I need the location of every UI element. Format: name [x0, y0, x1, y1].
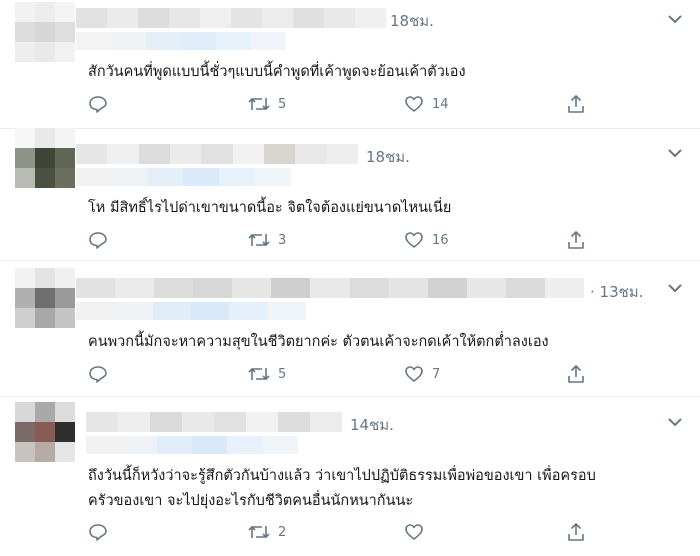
share-button[interactable]	[566, 230, 586, 250]
tweet-actions: 5 14	[88, 94, 608, 118]
retweet-icon	[248, 367, 270, 381]
like-count: 16	[432, 232, 449, 248]
reply-icon	[89, 524, 107, 541]
display-name-redacted[interactable]	[76, 278, 585, 298]
like-icon	[405, 232, 423, 248]
chevron-down-icon[interactable]	[666, 12, 684, 26]
retweet-button[interactable]: 2	[248, 522, 286, 542]
retweet-count: 5	[278, 366, 287, 382]
timestamp[interactable]: 14ชม.	[350, 413, 394, 437]
reply-button[interactable]	[88, 230, 108, 250]
retweet-count: 2	[278, 524, 287, 540]
tweet-text: โห มีสิทธิ์ไรไปด่าเขาขนาดนี้อะ จิตใจต้อง…	[88, 200, 452, 216]
timestamp[interactable]: 18ชม.	[366, 145, 410, 169]
tweet-actions: 3 16	[88, 230, 608, 254]
retweet-button[interactable]: 5	[248, 364, 286, 384]
tweet-actions: 5 7	[88, 364, 608, 388]
reply-icon	[89, 96, 107, 113]
share-button[interactable]	[566, 94, 586, 114]
like-button[interactable]: 16	[404, 230, 449, 250]
reply-icon	[89, 232, 107, 249]
avatar[interactable]	[15, 2, 75, 62]
retweet-count: 5	[278, 96, 287, 112]
reply-to-redacted	[76, 32, 286, 50]
tweet-actions: 2	[88, 522, 608, 546]
share-icon	[568, 365, 584, 383]
reply-to-redacted	[86, 436, 298, 454]
reply-button[interactable]	[88, 94, 108, 114]
avatar[interactable]	[15, 128, 75, 188]
like-icon	[405, 366, 423, 382]
display-name-redacted[interactable]	[86, 412, 342, 432]
like-icon	[405, 96, 423, 112]
chevron-down-icon[interactable]	[666, 281, 684, 295]
share-icon	[568, 523, 584, 541]
timestamp[interactable]: · 13ชม.	[590, 280, 643, 304]
tweet-text: คนพวกนี้มักจะหาความสุขในชีวิตยากค่ะ ตัวต…	[88, 334, 549, 350]
tweet[interactable]: 14ชม. ถึงวันนี้ก็หวังว่าจะรู้สึกตัวกันบ้…	[0, 396, 700, 556]
like-count: 7	[432, 366, 441, 382]
reply-icon	[89, 366, 107, 383]
like-button[interactable]: 14	[404, 94, 449, 114]
share-button[interactable]	[566, 364, 586, 384]
reply-button[interactable]	[88, 522, 108, 542]
chevron-down-icon[interactable]	[666, 146, 684, 160]
share-icon	[568, 95, 584, 113]
retweet-button[interactable]: 5	[248, 94, 286, 114]
share-icon	[568, 231, 584, 249]
tweet-text: ถึงวันนี้ก็หวังว่าจะรู้สึกตัวกันบ้างแล้ว…	[88, 468, 596, 509]
tweet[interactable]: 18ชม. สักวันคนที่พูดแบบนี้ชั่วๆแบบนี้คำพ…	[0, 0, 700, 129]
avatar[interactable]	[15, 402, 75, 462]
share-button[interactable]	[566, 522, 586, 542]
like-count: 14	[432, 96, 449, 112]
like-button[interactable]	[404, 522, 424, 542]
like-icon	[405, 524, 423, 540]
display-name-redacted[interactable]	[76, 144, 358, 164]
timestamp[interactable]: 18ชม.	[390, 9, 434, 33]
tweet-text: สักวันคนที่พูดแบบนี้ชั่วๆแบบนี้คำพูดที่เ…	[88, 64, 466, 80]
reply-button[interactable]	[88, 364, 108, 384]
retweet-count: 3	[278, 232, 287, 248]
chevron-down-icon[interactable]	[666, 415, 684, 429]
tweet[interactable]: 18ชม. โห มีสิทธิ์ไรไปด่าเขาขนาดนี้อะ จิต…	[0, 128, 700, 261]
reply-to-redacted	[76, 168, 291, 186]
tweet[interactable]: · 13ชม. คนพวกนี้มักจะหาความสุขในชีวิตยาก…	[0, 260, 700, 397]
retweet-icon	[248, 233, 270, 247]
reply-to-redacted	[76, 302, 306, 320]
avatar[interactable]	[15, 268, 75, 328]
retweet-icon	[248, 525, 270, 539]
retweet-button[interactable]: 3	[248, 230, 286, 250]
display-name-redacted[interactable]	[76, 8, 386, 28]
retweet-icon	[248, 97, 270, 111]
like-button[interactable]: 7	[404, 364, 440, 384]
